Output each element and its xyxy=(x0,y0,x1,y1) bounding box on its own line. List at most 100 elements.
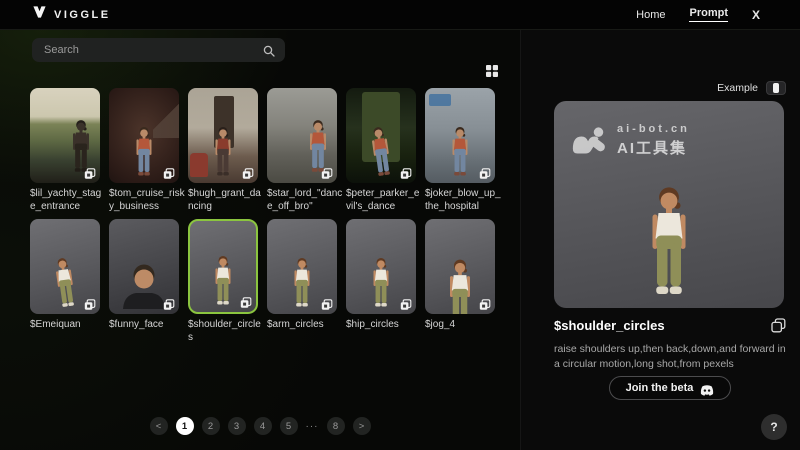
search-input[interactable] xyxy=(44,44,263,56)
person-figure xyxy=(440,257,480,314)
viggle-v-icon xyxy=(32,5,47,25)
preview-video[interactable]: ai-bot.cn AI工具集 xyxy=(554,101,784,308)
top-nav: Home Prompt X xyxy=(636,7,760,22)
copy-icon[interactable] xyxy=(321,167,333,179)
item-label: $arm_circles xyxy=(267,318,343,331)
copy-icon[interactable] xyxy=(479,167,491,179)
person-figure xyxy=(129,125,159,178)
gallery-item-star-lord[interactable]: $star_lord_"dance_off_bro" xyxy=(267,88,337,213)
viggle-logo[interactable]: VIGGLE xyxy=(32,5,111,25)
copy-icon[interactable] xyxy=(240,296,252,308)
item-label: $hip_circles xyxy=(346,318,422,331)
copy-icon[interactable] xyxy=(400,167,412,179)
toggle-knob xyxy=(773,83,779,93)
example-label: Example xyxy=(717,82,758,94)
person-figure xyxy=(445,125,475,178)
join-beta-button[interactable]: Join the beta xyxy=(609,376,732,400)
discord-icon xyxy=(700,383,714,394)
copy-icon[interactable] xyxy=(84,298,96,310)
thumbnail xyxy=(109,88,179,183)
page-1-button[interactable]: 1 xyxy=(176,417,194,435)
thumbnail-selected xyxy=(188,219,258,314)
watermark-cjk: AI工具集 xyxy=(617,137,690,158)
person-figure xyxy=(46,254,83,311)
thumbnail xyxy=(425,219,495,314)
thumbnail xyxy=(109,219,179,314)
sign-shape xyxy=(429,94,451,106)
person-figure xyxy=(287,256,317,309)
preview-title: $shoulder_circles xyxy=(554,318,665,333)
item-label: $lil_yachty_stage_entrance xyxy=(30,187,106,213)
page-3-button[interactable]: 3 xyxy=(228,417,246,435)
page-4-button[interactable]: 4 xyxy=(254,417,272,435)
gallery-item-lil-yachty[interactable]: $lil_yachty_stage_entrance xyxy=(30,88,100,213)
gallery-item-hugh-grant[interactable]: $hugh_grant_dancing xyxy=(188,88,258,213)
item-label: $joker_blow_up_the_hospital xyxy=(425,187,501,213)
join-beta-container: Join the beta xyxy=(554,376,786,400)
help-button[interactable]: ? xyxy=(761,414,787,440)
gallery-item-arm-circles[interactable]: $arm_circles xyxy=(267,219,337,344)
grid-view-icon[interactable] xyxy=(484,63,500,79)
copy-icon[interactable] xyxy=(479,298,491,310)
preview-panel: Example ai-bot.cn AI工具集 xyxy=(520,30,800,450)
item-label: $Emeiquan xyxy=(30,318,106,331)
nav-prompt[interactable]: Prompt xyxy=(689,7,728,22)
page-5-button[interactable]: 5 xyxy=(280,417,298,435)
person-figure xyxy=(208,254,238,307)
nav-home[interactable]: Home xyxy=(636,9,665,21)
gallery-item-joker[interactable]: $joker_blow_up_the_hospital xyxy=(425,88,495,213)
copy-icon[interactable] xyxy=(321,298,333,310)
copy-prompt-icon[interactable] xyxy=(771,318,786,333)
item-label: $hugh_grant_dancing xyxy=(188,187,264,213)
copy-icon[interactable] xyxy=(84,167,96,179)
app-header: VIGGLE Home Prompt X xyxy=(0,0,800,30)
copy-icon[interactable] xyxy=(163,167,175,179)
gallery-item-shoulder-circles[interactable]: $shoulder_circles xyxy=(188,219,258,344)
thumbnail xyxy=(30,88,100,183)
page-prev-button[interactable]: < xyxy=(150,417,168,435)
person-figure xyxy=(366,256,396,309)
nav-x-link[interactable]: X xyxy=(752,8,760,22)
preview-title-row: $shoulder_circles xyxy=(554,318,786,333)
thumbnail xyxy=(188,88,258,183)
page-8-button[interactable]: 8 xyxy=(327,417,345,435)
example-row: Example xyxy=(554,80,786,96)
item-label: $funny_face xyxy=(109,318,185,331)
gallery-item-jog-4[interactable]: $jog_4 xyxy=(425,219,495,344)
gallery-panel: $lil_yachty_stage_entrance $tom_cruise_r… xyxy=(0,30,520,450)
thumbnail xyxy=(346,219,416,314)
brand-text: VIGGLE xyxy=(54,9,111,21)
copy-icon[interactable] xyxy=(163,298,175,310)
item-label: $star_lord_"dance_off_bro" xyxy=(267,187,343,213)
copy-icon[interactable] xyxy=(400,298,412,310)
gallery-item-emeiquan[interactable]: $Emeiquan xyxy=(30,219,100,344)
page-next-button[interactable]: > xyxy=(353,417,371,435)
watermark-url: ai-bot.cn xyxy=(617,123,690,135)
preview-person-figure xyxy=(636,183,702,300)
example-toggle[interactable] xyxy=(766,81,786,95)
item-label: $tom_cruise_risky_business xyxy=(109,187,185,213)
search-icon xyxy=(263,44,275,56)
gallery-grid: $lil_yachty_stage_entrance $tom_cruise_r… xyxy=(30,88,495,344)
thumbnail xyxy=(267,219,337,314)
person-figure xyxy=(208,125,238,178)
gallery-item-funny-face[interactable]: $funny_face xyxy=(109,219,179,344)
item-label: $jog_4 xyxy=(425,318,501,331)
thumbnail xyxy=(267,88,337,183)
item-label: $shoulder_circles xyxy=(188,318,264,344)
gallery-item-tom-cruise[interactable]: $tom_cruise_risky_business xyxy=(109,88,179,213)
join-beta-label: Join the beta xyxy=(626,382,694,394)
search-bar[interactable] xyxy=(32,38,285,62)
thumbnail xyxy=(346,88,416,183)
thumbnail xyxy=(425,88,495,183)
page-ellipsis: ··· xyxy=(306,421,319,432)
page-2-button[interactable]: 2 xyxy=(202,417,220,435)
gallery-item-peter-parker[interactable]: $peter_parker_evil's_dance xyxy=(346,88,416,213)
thumbnail xyxy=(30,219,100,314)
item-label: $peter_parker_evil's_dance xyxy=(346,187,422,213)
watermark: ai-bot.cn AI工具集 xyxy=(570,123,690,158)
copy-icon[interactable] xyxy=(242,167,254,179)
chair-shape xyxy=(190,153,208,177)
pagination: < 1 2 3 4 5 ··· 8 > xyxy=(0,417,520,435)
gallery-item-hip-circles[interactable]: $hip_circles xyxy=(346,219,416,344)
